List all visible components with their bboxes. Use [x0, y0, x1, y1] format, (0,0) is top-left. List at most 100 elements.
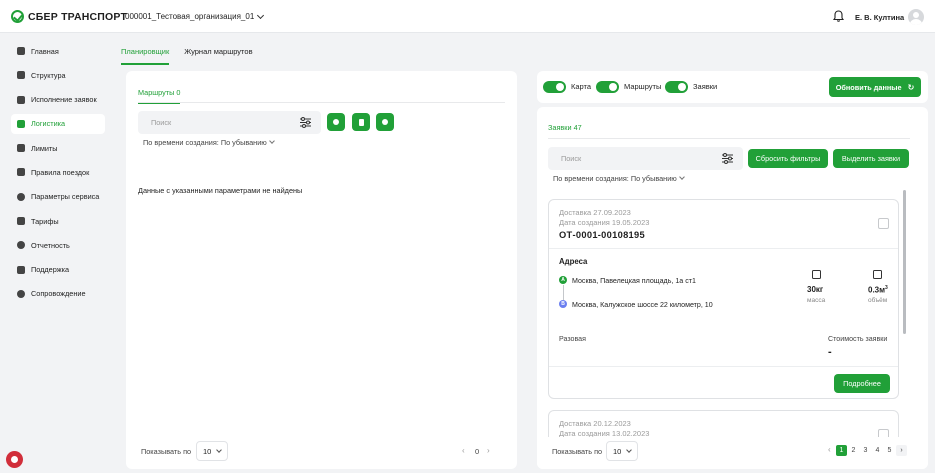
page-3[interactable]: 3	[860, 445, 871, 456]
requests-sort-select[interactable]: По времени создания: По убыванию	[553, 174, 685, 183]
tab-journal[interactable]: Журнал маршрутов	[184, 40, 252, 65]
sidebar-item-home[interactable]: Главная	[11, 41, 105, 61]
sidebar-item-label: Сопровождение	[31, 289, 86, 299]
avatar[interactable]	[908, 9, 924, 25]
org-selector[interactable]: 000001_Тестовая_организация_01	[125, 11, 265, 21]
request-card[interactable]: Доставка 27.09.2023 Дата создания 19.05.…	[548, 199, 899, 399]
document-button[interactable]	[352, 113, 370, 131]
filter-icon[interactable]	[300, 117, 311, 128]
delivery-date: Доставка 27.09.2023	[559, 208, 631, 217]
filter-icon[interactable]	[722, 153, 733, 164]
sidebar-item-execution[interactable]: Исполнение заявок	[11, 90, 105, 110]
page-4[interactable]: 4	[872, 445, 883, 456]
routes-search-input[interactable]: Поиск	[138, 111, 321, 134]
page-size-select[interactable]: 10	[196, 441, 228, 461]
toggle-requests-label: Заявки	[693, 82, 718, 91]
sidebar-item-trip-rules[interactable]: Правила поездок	[11, 162, 105, 182]
select-requests-button[interactable]: Выделить заявки	[833, 149, 909, 168]
support-icon	[17, 289, 25, 298]
search-placeholder: Поиск	[561, 154, 582, 163]
prev-page-icon[interactable]: ‹	[828, 445, 831, 454]
cost-label: Стоимость заявки	[828, 335, 888, 343]
sidebar-item-label: Правила поездок	[31, 167, 90, 177]
addresses-title: Адреса	[559, 257, 588, 266]
sidebar-item-tariffs[interactable]: Тарифы	[11, 211, 105, 231]
sidebar-item-label: Главная	[31, 46, 59, 56]
refresh-icon: ↻	[907, 82, 915, 92]
cost-value: -	[828, 346, 832, 358]
sidebar-item-limits[interactable]: Лимиты	[11, 138, 105, 158]
created-date: Дата создания 19.05.2023	[559, 218, 650, 227]
chevron-down-icon	[678, 174, 685, 180]
routes-panel: Маршруты 0 Поиск По времени создания: По…	[126, 71, 517, 469]
volume-label: объём	[868, 297, 888, 304]
sidebar-item-label: Поддержка	[31, 265, 70, 275]
tab-requests[interactable]: Заявки 47	[548, 123, 582, 139]
toggle-map-label: Карта	[571, 82, 592, 91]
sidebar: Главная Структура Исполнение заявок Логи…	[0, 33, 113, 473]
car-icon	[17, 168, 25, 177]
sidebar-item-label: Логистика	[31, 119, 66, 129]
home-icon	[17, 47, 25, 55]
to-address: Москва, Калужское шоссе 22 километр, 10	[572, 301, 713, 309]
refresh-label: Обновить данные	[835, 82, 902, 92]
sidebar-item-logistics[interactable]: Логистика	[11, 113, 105, 134]
assistant-icon[interactable]	[6, 451, 23, 468]
truck-icon	[17, 95, 25, 104]
sber-logo-icon	[11, 10, 24, 23]
requests-panel: Заявки 47 Поиск Сбросить фильтры Выделит…	[537, 107, 928, 469]
settings-icon	[382, 119, 388, 125]
divider	[549, 248, 898, 249]
report-icon	[17, 241, 25, 250]
add-route-button[interactable]	[327, 113, 345, 131]
sidebar-item-label: Лимиты	[31, 143, 58, 153]
user-name[interactable]: Е. В. Култина	[855, 13, 904, 22]
chevron-down-icon	[626, 446, 633, 453]
page-2[interactable]: 2	[848, 445, 859, 456]
mass-value: 30кг	[807, 285, 824, 294]
request-checkbox[interactable]	[878, 218, 889, 229]
page-size-value: 10	[613, 446, 622, 456]
requests-search-input[interactable]: Поиск	[548, 147, 743, 170]
sidebar-item-accompaniment[interactable]: Сопровождение	[11, 284, 105, 304]
refresh-data-button[interactable]: Обновить данные ↻	[829, 77, 921, 97]
page-size-value: 10	[203, 446, 212, 456]
toggle-requests[interactable]	[665, 81, 688, 93]
prev-page-icon[interactable]: ‹	[462, 446, 465, 455]
page-number: 0	[475, 447, 480, 456]
sidebar-item-label: Тарифы	[31, 216, 59, 226]
sidebar-item-structure[interactable]: Структура	[11, 65, 105, 85]
bell-icon[interactable]	[833, 10, 844, 22]
sidebar-item-label: Отчетность	[31, 240, 70, 250]
toggle-routes-label: Маршруты	[624, 82, 662, 91]
page-size-label: Показывать по	[141, 447, 192, 456]
next-page-icon[interactable]: ›	[487, 446, 490, 455]
top-bar: СБЕР ТРАНСПОРТ 000001_Тестовая_организац…	[0, 0, 935, 33]
page-size-select[interactable]: 10	[606, 441, 638, 461]
sidebar-item-reports[interactable]: Отчетность	[11, 235, 105, 255]
settings-button[interactable]	[376, 113, 394, 131]
page-5[interactable]: 5	[884, 445, 895, 456]
tariff-icon	[17, 217, 25, 226]
reset-filters-button[interactable]: Сбросить фильтры	[748, 149, 828, 168]
org-name: 000001_Тестовая_организация_01	[125, 12, 255, 21]
routes-sort-select[interactable]: По времени создания: По убыванию	[143, 138, 275, 147]
empty-state-text: Данные с указанными параметрами не найде…	[138, 186, 303, 195]
sidebar-item-service-params[interactable]: Параметры сервиса	[11, 187, 105, 207]
toggle-map[interactable]	[543, 81, 566, 93]
scrollbar[interactable]	[903, 190, 906, 334]
tab-planner[interactable]: Планировщик	[121, 40, 170, 65]
chevron-down-icon	[216, 446, 223, 453]
sidebar-item-label: Параметры сервиса	[31, 192, 100, 202]
logo[interactable]: СБЕР ТРАНСПОРТ	[11, 10, 127, 23]
chevron-down-icon	[257, 11, 265, 19]
sidebar-item-support[interactable]: Поддержка	[11, 260, 105, 280]
toggle-routes[interactable]	[596, 81, 619, 93]
requests-pager: Показывать по 10 ‹ 1 2 3 4 5 ›	[537, 437, 928, 469]
marker-b-icon: B	[559, 300, 567, 308]
details-button[interactable]: Подробнее	[834, 374, 890, 393]
chat-icon	[17, 265, 25, 274]
next-page-icon[interactable]: ›	[896, 445, 907, 456]
page-1[interactable]: 1	[836, 445, 847, 456]
request-id: ОТ-0001-00108195	[559, 230, 645, 240]
